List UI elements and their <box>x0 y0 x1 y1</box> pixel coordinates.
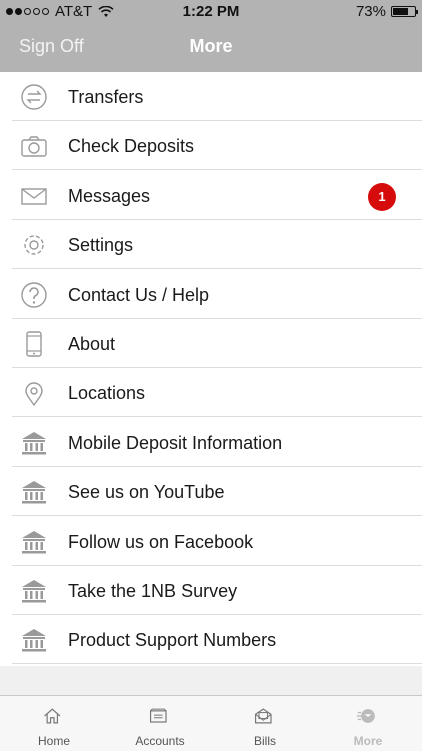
tab-more[interactable]: More <box>318 696 418 751</box>
tab-bar: Home Accounts Bills More <box>0 695 422 751</box>
tab-label: More <box>353 734 383 748</box>
location-pin-icon <box>20 379 48 407</box>
tab-bills[interactable]: Bills <box>215 696 315 751</box>
nav-bar: Sign Off More <box>0 24 422 72</box>
menu-item-contact-us-help[interactable]: Contact Us / Help <box>0 270 422 319</box>
bank-icon <box>20 528 48 556</box>
tab-accounts[interactable]: Accounts <box>110 696 210 751</box>
camera-icon <box>20 132 48 160</box>
menu-item-label: About <box>68 334 116 354</box>
menu-item-product-support-numbers[interactable]: Product Support Numbers <box>0 615 422 665</box>
menu-item-transfers[interactable]: Transfers <box>0 72 422 121</box>
menu-item-take-the-1nb-survey[interactable]: Take the 1NB Survey <box>0 566 422 615</box>
page-title: More <box>189 36 233 56</box>
menu-item-check-deposits[interactable]: Check Deposits <box>0 121 422 171</box>
menu-item-label: Settings <box>68 235 134 256</box>
menu-item-label: Take the 1NB Survey <box>68 581 238 601</box>
bills-icon <box>254 708 272 724</box>
phone-icon <box>20 330 48 358</box>
accounts-icon <box>149 708 167 723</box>
menu-item-about[interactable]: About <box>0 319 422 368</box>
menu-item-label: Check Deposits <box>68 136 195 157</box>
menu-item-label: Product Support Numbers <box>68 630 277 651</box>
battery-icon <box>391 6 418 17</box>
transfer-arrows-icon <box>20 83 48 111</box>
menu-list: Transfers Check Deposits Messages 1 Settings… <box>0 72 422 666</box>
menu-item-label: Contact Us / Help <box>68 284 210 305</box>
tab-home[interactable]: Home <box>4 696 104 751</box>
menu-item-locations[interactable]: Locations <box>0 368 422 418</box>
status-bar: AT&T 1:22 PM 73% <box>0 0 422 24</box>
menu-item-label: Follow us on Facebook <box>68 531 254 552</box>
bank-icon <box>20 429 48 457</box>
battery-percent: 73% <box>355 3 386 20</box>
menu-item-label: See us on YouTube <box>68 482 225 503</box>
menu-item-label: Transfers <box>68 87 144 107</box>
battery-info: 73% <box>355 3 418 20</box>
menu-item-messages[interactable]: Messages 1 <box>0 171 422 220</box>
bank-icon <box>20 577 48 605</box>
menu-item-settings[interactable]: Settings <box>0 220 422 270</box>
question-icon <box>20 281 48 309</box>
menu-item-see-us-on-youtube[interactable]: See us on YouTube <box>0 467 422 517</box>
bank-icon <box>20 626 48 654</box>
menu-item-label: Mobile Deposit Information <box>68 432 283 453</box>
top-header-area: AT&T 1:22 PM 73% Sign Off More <box>0 0 422 72</box>
row-divider <box>12 663 422 665</box>
tab-label: Accounts <box>135 734 185 748</box>
menu-item-follow-us-on-facebook[interactable]: Follow us on Facebook <box>0 517 422 566</box>
menu-item-label: Messages <box>68 185 151 206</box>
bank-icon <box>20 478 48 506</box>
more-icon <box>356 709 375 723</box>
menu-item-label: Locations <box>68 383 146 404</box>
envelope-icon <box>20 182 48 210</box>
tab-label: Home <box>37 734 70 748</box>
tab-label: Bills <box>253 734 276 748</box>
gear-icon <box>20 231 48 259</box>
unread-badge: 1 <box>368 182 396 211</box>
menu-item-mobile-deposit-information[interactable]: Mobile Deposit Information <box>0 418 422 467</box>
home-icon <box>44 708 61 724</box>
